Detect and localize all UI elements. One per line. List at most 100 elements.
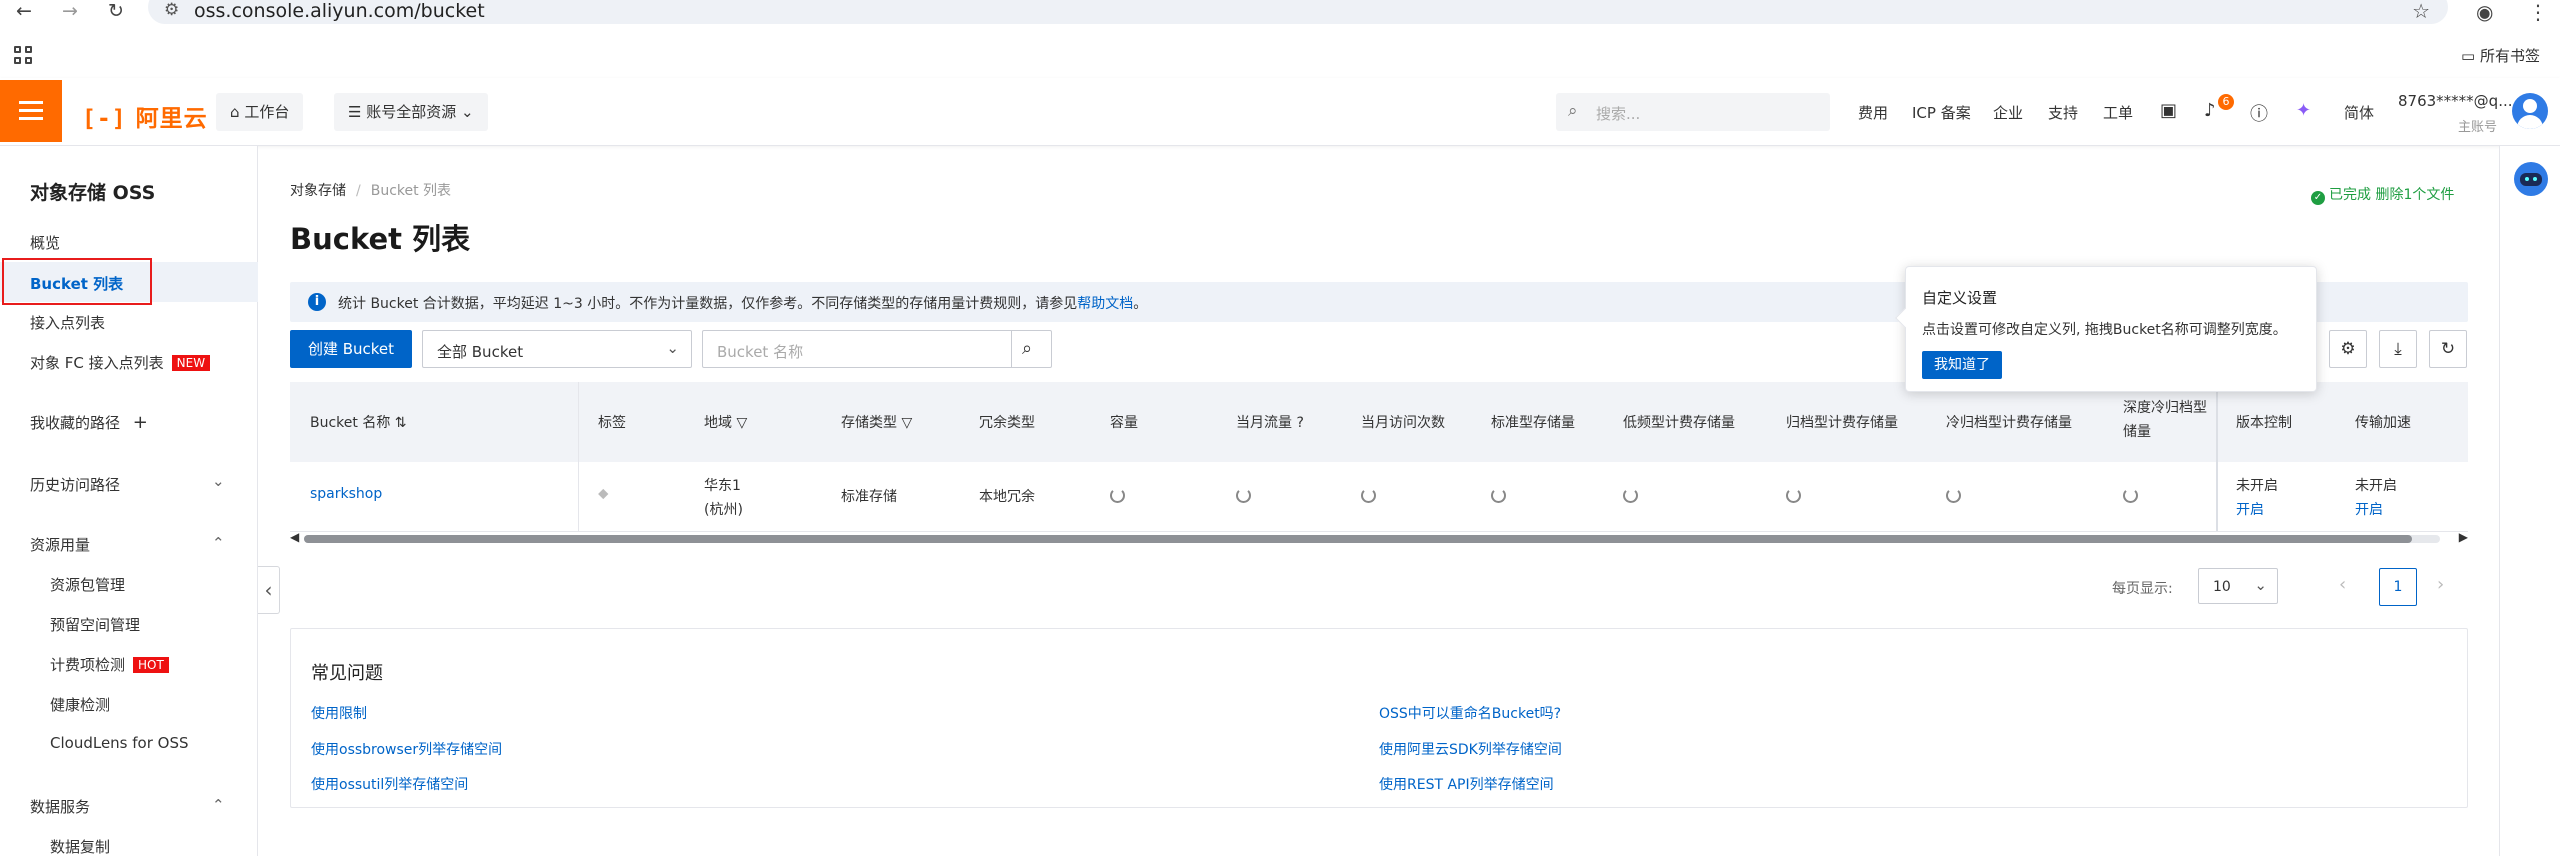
nav-link-enterprise[interactable]: 企业 — [1993, 102, 2023, 123]
header-tags: 标签 — [598, 415, 626, 431]
site-settings-icon[interactable]: ⚙ — [164, 0, 179, 20]
bucket-search-input[interactable]: Bucket 名称 ⌕ — [702, 330, 1052, 368]
tag-icon[interactable]: ⬥ — [598, 484, 609, 502]
export-button[interactable]: ⤓ — [2379, 330, 2417, 368]
nav-link-tickets[interactable]: 工单 — [2103, 102, 2133, 123]
table-horizontal-scrollbar[interactable]: ◀ ▶ — [290, 530, 2468, 546]
menu-hamburger-icon[interactable] — [0, 80, 62, 142]
bucket-search-placeholder: Bucket 名称 — [717, 343, 804, 361]
chevron-up-icon[interactable]: ⌃ — [212, 796, 225, 814]
next-page-icon[interactable]: › — [2437, 574, 2444, 595]
profile-icon[interactable]: ◉ — [2476, 0, 2493, 24]
sidebar-title: 对象存储 OSS — [30, 182, 156, 204]
plus-icon[interactable]: + — [133, 412, 148, 433]
bell-icon[interactable]: ♪ — [2204, 100, 2216, 121]
bucket-filter-select[interactable]: 全部 Bucket ⌄ — [422, 330, 692, 368]
header-bucket-name-label: Bucket 名称 — [310, 415, 391, 431]
faq-link-ossutil[interactable]: 使用ossutil列举存储空间 — [311, 774, 468, 794]
bucket-table: Bucket 名称 ⇅ 标签 地域 ▽ 存储类型 ▽ 冗余类型 容量 当月流量 … — [290, 382, 2468, 532]
bookmark-star-icon[interactable]: ☆ — [2412, 0, 2430, 23]
sidebar-item-cloudlens[interactable]: CloudLens for OSS — [50, 734, 189, 752]
sidebar-item-resource-packages[interactable]: 资源包管理 — [50, 574, 125, 595]
sidebar-item-data-service[interactable]: 数据服务 — [30, 796, 90, 817]
bucket-name-link[interactable]: sparkshop — [310, 486, 382, 502]
sidebar-item-reserved-space[interactable]: 预留空间管理 — [50, 614, 140, 635]
faq-link-limits[interactable]: 使用限制 — [311, 703, 367, 723]
popover-description: 点击设置可修改自定义列, 拖拽Bucket名称可调整列宽度。 — [1922, 322, 2287, 338]
address-bar[interactable]: ⚙ oss.console.aliyun.com/bucket ☆ — [148, 0, 2448, 24]
help-icon[interactable]: ⓘ — [2250, 100, 2268, 126]
got-it-button[interactable]: 我知道了 — [1922, 351, 2002, 379]
scrollbar-thumb[interactable] — [304, 535, 2412, 543]
refresh-button[interactable]: ↻ — [2429, 330, 2467, 368]
chevron-up-icon[interactable]: ⌃ — [212, 534, 225, 552]
faq-link-sdk[interactable]: 使用阿里云SDK列举存储空间 — [1379, 739, 1562, 759]
faq-link-rest-api[interactable]: 使用REST API列举存储空间 — [1379, 774, 1554, 794]
faq-link-ossbrowser[interactable]: 使用ossbrowser列举存储空间 — [311, 739, 502, 759]
sidebar-item-resource-usage[interactable]: 资源用量 — [30, 534, 90, 555]
search-icon: ⌕ — [1022, 338, 1033, 359]
nav-link-fees[interactable]: 费用 — [1858, 102, 1888, 123]
search-button[interactable]: ⌕ — [1011, 331, 1051, 367]
header-deep-cold-storage: 深度冷归档型 储量 — [2123, 396, 2207, 444]
sidebar-item-access-points[interactable]: 接入点列表 — [30, 312, 105, 333]
forward-icon[interactable]: → — [62, 0, 78, 22]
aliyun-logo[interactable]: [-] 阿里云 — [82, 99, 208, 133]
resource-list-icon: ☰ — [348, 103, 362, 121]
all-bookmarks-folder[interactable]: ▭ 所有书签 — [2461, 45, 2540, 66]
settings-button[interactable]: ⚙ — [2329, 330, 2367, 368]
page-size-select[interactable]: 10 ⌄ — [2198, 568, 2278, 604]
sidebar-item-history-paths[interactable]: 历史访问路径 — [30, 474, 120, 495]
create-bucket-button[interactable]: 创建 Bucket — [290, 330, 412, 368]
task-status[interactable]: ✓ 已完成 删除1个文件 — [2311, 184, 2454, 205]
sidebar-item-fc-access-points[interactable]: 对象 FC 接入点列表 NEW — [30, 352, 211, 373]
scroll-left-icon[interactable]: ◀ — [290, 530, 299, 544]
nav-link-support[interactable]: 支持 — [2048, 102, 2078, 123]
sidebar-item-overview[interactable]: 概览 — [30, 232, 60, 253]
prev-page-icon[interactable]: ‹ — [2339, 574, 2346, 595]
sort-icon[interactable]: ⇅ — [395, 415, 407, 431]
header-archive-storage: 归档型计费存储量 — [1786, 415, 1898, 431]
reload-icon[interactable]: ↻ — [108, 0, 124, 22]
nav-link-icp[interactable]: ICP 备案 — [1912, 102, 1971, 123]
task-status-text: 已完成 删除1个文件 — [2329, 187, 2455, 203]
chevron-down-icon[interactable]: ⌄ — [212, 472, 225, 490]
loading-spinner-icon — [1623, 488, 1638, 503]
browser-toolbar: ← → ↻ ⚙ oss.console.aliyun.com/bucket ☆ … — [0, 0, 2560, 24]
browser-menu-icon[interactable]: ⋮ — [2528, 0, 2548, 24]
apps-grid-icon[interactable] — [14, 46, 34, 66]
acceleration-enable-link[interactable]: 开启 — [2355, 498, 2397, 522]
scroll-right-icon[interactable]: ▶ — [2459, 530, 2468, 544]
workbench-button[interactable]: ⌂ 工作台 — [216, 93, 304, 131]
sidebar-item-favorite-paths[interactable]: 我收藏的路径 + — [30, 412, 148, 433]
current-page-button[interactable]: 1 — [2379, 568, 2417, 606]
resources-dropdown[interactable]: ☰ 账号全部资源 ⌄ — [334, 93, 488, 131]
header-bucket-name[interactable]: Bucket 名称 ⇅ — [310, 412, 407, 432]
filter-icon[interactable]: ▽ — [736, 415, 747, 431]
filter-icon[interactable]: ▽ — [901, 415, 912, 431]
terminal-icon[interactable]: ▣ — [2160, 100, 2177, 121]
acceleration-status: 未开启 — [2355, 478, 2397, 494]
sidebar-item-health-check[interactable]: 健康检测 — [50, 694, 110, 715]
breadcrumb-separator: / — [356, 183, 361, 199]
faq-link-rename-bucket[interactable]: OSS中可以重命名Bucket吗? — [1379, 703, 1561, 723]
back-icon[interactable]: ← — [16, 0, 32, 22]
breadcrumb-oss[interactable]: 对象存储 — [290, 183, 346, 199]
loading-spinner-icon — [1786, 488, 1801, 503]
table-header: Bucket 名称 ⇅ 标签 地域 ▽ 存储类型 ▽ 冗余类型 容量 当月流量 … — [290, 382, 2468, 462]
ai-assistant-icon[interactable]: ✦ — [2296, 100, 2311, 121]
main-content: 对象存储 / Bucket 列表 Bucket 列表 ✓ 已完成 删除1个文件 i 统… — [259, 146, 2499, 856]
global-search-input[interactable]: ⌕ 搜索... — [1556, 93, 1830, 131]
language-switch[interactable]: 简体 — [2344, 102, 2374, 123]
account-name[interactable]: 8763*****@q... — [2398, 92, 2513, 110]
sidebar-item-billing-check[interactable]: 计费项检测 HOT — [50, 654, 169, 675]
sidebar-item-data-replication[interactable]: 数据复制 — [50, 836, 110, 857]
header-region-label: 地域 — [704, 415, 732, 431]
versioning-enable-link[interactable]: 开启 — [2236, 498, 2278, 522]
help-doc-link[interactable]: 帮助文档 — [1077, 296, 1133, 312]
question-icon[interactable]: ? — [1296, 415, 1303, 431]
logo-mark: [-] — [82, 106, 127, 132]
avatar[interactable] — [2512, 93, 2548, 129]
sidebar-item-fc-label: 对象 FC 接入点列表 — [30, 354, 164, 372]
robot-assistant-icon[interactable] — [2514, 162, 2548, 196]
